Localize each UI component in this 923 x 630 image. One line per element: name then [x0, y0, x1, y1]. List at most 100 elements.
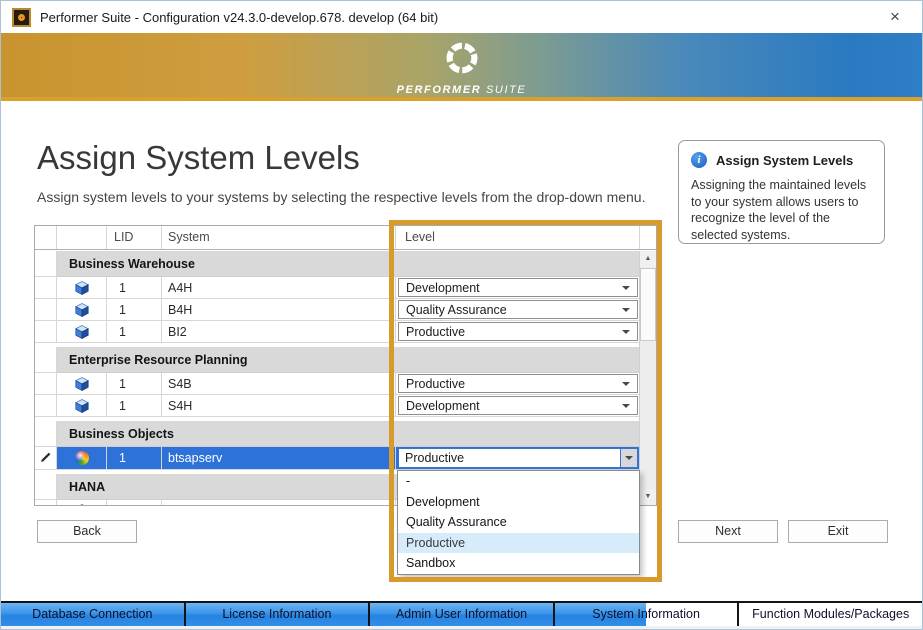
system-type-cell [57, 373, 107, 395]
scroll-up-icon[interactable]: ▲ [640, 251, 656, 267]
dropdown-option[interactable]: Quality Assurance [398, 512, 639, 533]
level-combo[interactable]: Productive [398, 322, 638, 341]
info-box-text: Assigning the maintained levels to your … [691, 177, 872, 243]
level-combo[interactable]: Quality Assurance [398, 300, 638, 319]
header-lid[interactable]: LID [107, 226, 162, 249]
tab-system-information[interactable]: System Information [555, 603, 740, 626]
level-cell: Productive [396, 373, 640, 395]
header-level[interactable]: Level [396, 226, 640, 249]
row-selector-cell [35, 373, 57, 395]
system-row[interactable]: 1S4HDevelopment [35, 395, 640, 417]
header-scrollbar-spacer [640, 226, 656, 249]
system-type-cell [57, 277, 107, 299]
row-selector-cell [35, 251, 57, 277]
window-bottom-edge [1, 626, 922, 630]
row-selector-cell [35, 474, 57, 500]
back-button[interactable]: Back [37, 520, 137, 543]
row-selector-cell [35, 347, 57, 373]
system-row[interactable]: 1btsapservProductive [35, 447, 640, 470]
system-name-cell: S4B [162, 373, 396, 395]
next-button[interactable]: Next [678, 520, 778, 543]
row-selector-cell [35, 500, 57, 505]
system-row[interactable]: 1S4B Productive [35, 373, 640, 395]
system-row[interactable]: 1BI2Productive [35, 321, 640, 343]
level-combo[interactable]: Productive [398, 374, 638, 393]
system-name-cell: btsapserv [162, 447, 396, 470]
lid-cell: 1 [107, 395, 162, 417]
header-icon-col [57, 226, 107, 249]
close-icon[interactable]: × [882, 5, 908, 29]
level-combo[interactable]: Development [398, 396, 638, 415]
page-title: Assign System Levels [37, 139, 360, 177]
info-icon: i [691, 152, 707, 168]
group-name: Enterprise Resource Planning [57, 347, 640, 373]
cube-system-icon [75, 325, 89, 339]
system-type-cell [57, 299, 107, 321]
chevron-down-icon [622, 308, 630, 312]
dropdown-option[interactable]: - [398, 471, 639, 492]
dropdown-option[interactable]: Sandbox [398, 553, 639, 574]
header-row-selector [35, 226, 57, 249]
tab-label: Admin User Information [396, 607, 527, 621]
header-system[interactable]: System [162, 226, 396, 249]
dropdown-option[interactable]: Productive [398, 533, 639, 554]
window-title: Performer Suite - Configuration v24.3.0-… [40, 10, 438, 25]
scrollbar-thumb[interactable] [640, 268, 656, 341]
cube-system-icon [75, 399, 89, 413]
tab-database-connection[interactable]: Database Connection [1, 603, 186, 626]
level-combo[interactable]: Productive [398, 448, 638, 468]
level-combo[interactable]: Development [398, 278, 638, 297]
chevron-down-icon [622, 404, 630, 408]
system-type-cell [57, 447, 107, 470]
dropdown-option[interactable]: Development [398, 492, 639, 513]
tab-license-information[interactable]: License Information [186, 603, 371, 626]
tab-admin-user-information[interactable]: Admin User Information [370, 603, 555, 626]
system-name-cell: S4H [162, 395, 396, 417]
app-logo-icon [12, 8, 31, 27]
system-name-cell: BI2 [162, 321, 396, 343]
info-box: i Assign System Levels Assigning the mai… [678, 140, 885, 244]
tab-label: Function Modules/Packages [752, 607, 909, 621]
row-selector-cell [35, 277, 57, 299]
level-combo-value: Quality Assurance [406, 303, 507, 317]
table-header-row: LID System Level [35, 226, 656, 250]
level-combo-value: Productive [405, 451, 464, 465]
exit-button[interactable]: Exit [788, 520, 888, 543]
group-header-row: Business Objects [35, 421, 640, 447]
level-cell: Productive [396, 321, 640, 343]
level-combo-value: Development [406, 281, 480, 295]
row-edit-indicator [35, 447, 57, 470]
table-body: Business Warehouse1A4HDevelopment1B4HQua… [35, 251, 640, 505]
combo-dropdown-button[interactable] [620, 449, 637, 467]
tab-function-modules-packages[interactable]: Function Modules/Packages [739, 603, 922, 626]
level-cell: Productive [396, 447, 640, 470]
tab-label: Database Connection [32, 607, 152, 621]
title-bar: Performer Suite - Configuration v24.3.0-… [1, 1, 922, 33]
system-type-cell [57, 395, 107, 417]
system-row[interactable]: 1B4H Quality Assurance [35, 299, 640, 321]
tab-label: System Information [592, 607, 700, 621]
level-combo-value: Productive [406, 377, 465, 391]
level-dropdown-list: -DevelopmentQuality AssuranceProductiveS… [397, 470, 640, 575]
row-selector-cell [35, 321, 57, 343]
lid-cell: 1 [107, 373, 162, 395]
system-name-cell: A4H [162, 277, 396, 299]
group-header-row: Enterprise Resource Planning [35, 347, 640, 373]
page-description: Assign system levels to your systems by … [37, 189, 645, 205]
row-selector-cell [35, 395, 57, 417]
lid-cell: 1 [107, 277, 162, 299]
system-type-cell [57, 321, 107, 343]
group-header-row: Business Warehouse [35, 251, 640, 277]
group-name: Business Objects [57, 421, 640, 447]
system-name-cell: B4H [162, 299, 396, 321]
level-cell: Development [396, 395, 640, 417]
group-name: Business Warehouse [57, 251, 640, 277]
system-row[interactable]: 1A4H Development [35, 277, 640, 299]
table-scrollbar[interactable]: ▲ ▼ [639, 251, 656, 505]
level-cell: Quality Assurance [396, 299, 640, 321]
lid-cell: 1 [107, 299, 162, 321]
brand-wordmark: PERFORMER SUITE [1, 84, 922, 96]
chevron-down-icon [622, 286, 630, 290]
performer-suite-logo-icon [443, 39, 481, 77]
scroll-down-icon[interactable]: ▼ [640, 489, 656, 505]
